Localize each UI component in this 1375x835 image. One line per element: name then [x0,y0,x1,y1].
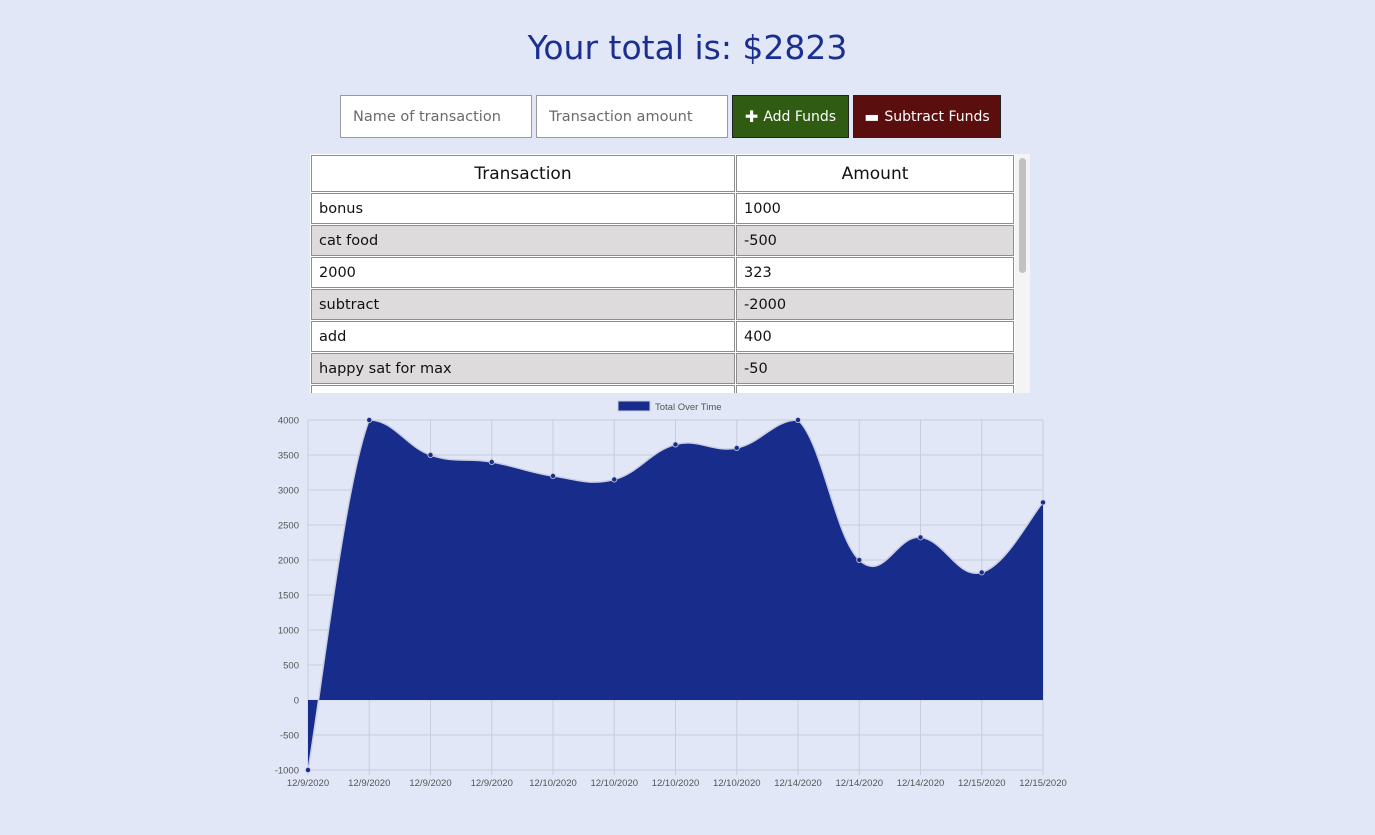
data-point [1040,499,1047,506]
x-tick-label: 12/10/2020 [529,778,577,789]
subtract-funds-button[interactable]: ▬ Subtract Funds [853,95,1001,138]
x-tick-label: 12/14/2020 [835,778,883,789]
y-tick-label: 4000 [278,416,299,427]
transaction-amount: 1000 [736,193,1014,224]
x-tick-label: 12/10/2020 [652,778,700,789]
transaction-form: ✚ Add Funds ▬ Subtract Funds [340,95,1001,138]
x-tick-label: 12/15/2020 [958,778,1006,789]
data-point [856,556,863,563]
data-point [733,445,740,452]
transaction-name-input[interactable] [340,95,532,138]
transaction-name: cat food [311,225,735,256]
y-tick-label: 3000 [278,486,299,497]
transaction-amount [736,385,1014,393]
x-tick-label: 12/14/2020 [774,778,822,789]
data-point [488,459,495,466]
x-tick-label: 12/14/2020 [897,778,945,789]
data-point [917,534,924,541]
y-tick-label: -1000 [275,766,299,777]
data-point [304,766,311,773]
x-tick-label: 12/10/2020 [590,778,638,789]
y-tick-label: 2500 [278,521,299,532]
data-point [366,416,373,423]
transaction-amount: -2000 [736,289,1014,320]
transaction-amount: 323 [736,257,1014,288]
total-heading: Your total is: $2823 [527,28,848,67]
x-tick-label: 12/10/2020 [713,778,761,789]
data-point [795,416,802,423]
table-row: bonus 1000 [311,193,1014,224]
add-funds-button[interactable]: ✚ Add Funds [732,95,849,138]
total-over-time-chart: 4000 3500 3000 2500 2000 1500 1000 500 0 -500 -100… [275,400,1067,789]
x-tick-label: 12/9/2020 [348,778,390,789]
table-row [311,385,1014,393]
transaction-name: subtract [311,289,735,320]
plus-icon: ✚ [744,106,759,126]
header-transaction: Transaction [311,155,735,192]
x-tick-label: 12/9/2020 [471,778,513,789]
data-point [550,473,557,480]
table-row: 2000 323 [311,257,1014,288]
transaction-name: happy sat for max [311,353,735,384]
transaction-amount-input[interactable] [536,95,728,138]
data-point [978,569,985,576]
y-tick-label: -500 [280,731,299,742]
table-scrollbar[interactable] [1015,154,1030,393]
y-tick-label: 1000 [278,626,299,637]
transaction-name: 2000 [311,257,735,288]
transactions-table: Transaction Amount bonus 1000 cat food -… [310,154,1015,393]
table-row: cat food -500 [311,225,1014,256]
transaction-name [311,385,735,393]
minus-icon: ▬ [864,106,880,126]
subtract-funds-label: Subtract Funds [884,108,990,125]
table-row: happy sat for max -50 [311,353,1014,384]
transaction-amount: -50 [736,353,1014,384]
x-tick-label: 12/9/2020 [409,778,451,789]
x-tick-label: 12/15/2020 [1019,778,1067,789]
y-tick-label: 500 [283,661,299,672]
legend-label: Total Over Time [655,402,722,413]
y-tick-label: 2000 [278,556,299,567]
add-funds-label: Add Funds [763,108,837,125]
transaction-amount: -500 [736,225,1014,256]
transaction-name: bonus [311,193,735,224]
y-tick-label: 3500 [278,451,299,462]
transaction-name: add [311,321,735,352]
data-point [427,452,434,459]
table-row: add 400 [311,321,1014,352]
x-tick-label: 12/9/2020 [287,778,329,789]
data-point [611,476,618,483]
scrollbar-thumb[interactable] [1019,158,1026,273]
y-tick-label: 0 [294,696,299,707]
header-amount: Amount [736,155,1014,192]
legend-swatch [617,400,651,412]
data-point [672,441,679,448]
y-tick-label: 1500 [278,591,299,602]
transaction-amount: 400 [736,321,1014,352]
table-row: subtract -2000 [311,289,1014,320]
transactions-table-container[interactable]: Transaction Amount bonus 1000 cat food -… [310,154,1030,393]
